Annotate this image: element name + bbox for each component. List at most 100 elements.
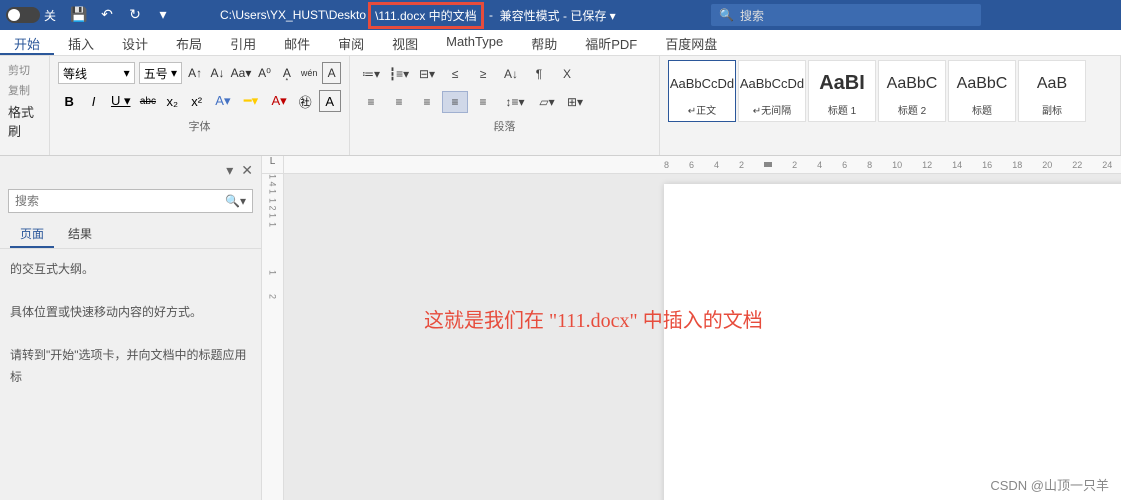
ribbon-tabs: 开始 插入 设计 布局 引用 邮件 审阅 视图 MathType 帮助 福昕PD… — [0, 30, 1121, 56]
font-color-button[interactable]: A▾ — [266, 90, 292, 112]
clear-format-button[interactable]: A̝ — [278, 62, 296, 84]
cut-button[interactable]: 剪切 — [8, 60, 41, 80]
search-placeholder: 搜索 — [740, 7, 764, 24]
tab-review[interactable]: 审阅 — [324, 30, 378, 55]
circled-char-button[interactable]: ㊓ — [294, 90, 316, 112]
highlight-button[interactable]: ━▾ — [238, 90, 264, 112]
document-area: 8 6 4 2 2 4 6 8 10 12 14 16 18 20 22 24 … — [284, 156, 1121, 500]
font-group: 等线▾ 五号▾ A↑ A↓ Aa▾ A⁰ A̝ wén A B I U ▾ ab… — [50, 56, 350, 155]
subscript-button[interactable]: x₂ — [161, 90, 183, 112]
undo-icon[interactable]: ↶ — [98, 6, 116, 24]
asian-layout-button[interactable]: X — [554, 63, 580, 85]
tab-home[interactable]: 开始 — [0, 30, 54, 55]
superscript-button[interactable]: x² — [185, 90, 207, 112]
style-normal[interactable]: AaBbCcDd ↵正文 — [668, 60, 736, 122]
font-size-combo[interactable]: 五号▾ — [139, 62, 182, 84]
shrink-font-button[interactable]: A↓ — [208, 62, 226, 84]
copy-button[interactable]: 复制 — [8, 80, 41, 100]
shading-button[interactable]: ▱▾ — [534, 91, 560, 113]
tab-view[interactable]: 视图 — [378, 30, 432, 55]
document-canvas[interactable]: ⌐ 这就是我们在 "111.docx" 中插入的文档 — [284, 174, 1121, 500]
watermark: CSDN @山顶一只羊 — [990, 475, 1109, 494]
style-title[interactable]: AaBbC 标题 — [948, 60, 1016, 122]
indent-marker-icon[interactable] — [764, 162, 772, 167]
align-right-button[interactable]: ≡ — [414, 91, 440, 113]
navigation-pane: ▾ ✕ 🔍▾ 页面 结果 的交互式大纲。 具体位置或快速移动内容的好方式。 请转… — [0, 156, 262, 500]
clipboard-group: 剪切 复制 格式刷 — [0, 56, 50, 155]
style-subtitle[interactable]: AaB 副标 — [1018, 60, 1086, 122]
numbering-button[interactable]: ┇≡▾ — [386, 63, 412, 85]
char-shading-button[interactable]: A — [319, 90, 342, 112]
autosave-toggle[interactable]: 关 — [0, 7, 62, 24]
style-nospace[interactable]: AaBbCcDd ↵无间隔 — [738, 60, 806, 122]
nav-tab-results[interactable]: 结果 — [58, 221, 102, 248]
multilevel-button[interactable]: ⊟▾ — [414, 63, 440, 85]
tab-references[interactable]: 引用 — [216, 30, 270, 55]
vertical-ruler[interactable]: L 1 4 1 1 2 1 1 1 2 — [262, 156, 284, 500]
nav-close-icon[interactable]: ✕ — [241, 162, 253, 179]
horizontal-ruler[interactable]: 8 6 4 2 2 4 6 8 10 12 14 16 18 20 22 24 — [284, 156, 1121, 174]
decrease-indent-button[interactable]: ≤ — [442, 63, 468, 85]
show-marks-button[interactable]: ¶ — [526, 63, 552, 85]
text-effects-button[interactable]: A▾ — [210, 90, 236, 112]
nav-tab-pages[interactable]: 页面 — [10, 221, 54, 248]
strike-button[interactable]: abc — [137, 90, 159, 112]
ribbon: 剪切 复制 格式刷 等线▾ 五号▾ A↑ A↓ Aa▾ A⁰ A̝ wén A … — [0, 56, 1121, 156]
font-group-label: 字体 — [58, 116, 341, 134]
window-title: C:\Users\YX_HUST\Deskto \111.docx 中的文档 -… — [180, 2, 711, 29]
redo-icon[interactable]: ↻ — [126, 6, 144, 24]
paragraph-group: ≔▾ ┇≡▾ ⊟▾ ≤ ≥ A↓ ¶ X ≡ ≡ ≡ ≡ ≡ ↕≡▾ ▱▾ ⊞▾… — [350, 56, 660, 155]
page[interactable]: ⌐ — [664, 184, 1121, 500]
italic-button[interactable]: I — [82, 90, 104, 112]
format-painter-button[interactable]: 格式刷 — [8, 100, 41, 142]
grow-font-button[interactable]: A↑ — [186, 62, 204, 84]
style-heading1[interactable]: AaBI 标题 1 — [808, 60, 876, 122]
title-suffix: 兼容性模式 - 已保存 ▾ — [500, 7, 616, 24]
borders-button[interactable]: ⊞▾ — [562, 91, 588, 113]
align-justify-button[interactable]: ≡ — [442, 91, 468, 113]
search-icon: 🔍 — [719, 8, 734, 22]
annotation-text: 这就是我们在 "111.docx" 中插入的文档 — [424, 304, 763, 333]
nav-dropdown-icon[interactable]: ▾ — [226, 162, 233, 179]
nav-search-icon[interactable]: 🔍▾ — [219, 194, 252, 208]
tab-design[interactable]: 设计 — [108, 30, 162, 55]
char-border-button[interactable]: A — [322, 62, 341, 84]
tab-layout[interactable]: 布局 — [162, 30, 216, 55]
save-icon[interactable]: 💾 — [70, 6, 88, 24]
tab-mailings[interactable]: 邮件 — [270, 30, 324, 55]
increase-indent-button[interactable]: ≥ — [470, 63, 496, 85]
title-highlighted: \111.docx 中的文档 — [368, 2, 484, 29]
underline-button[interactable]: U ▾ — [107, 90, 135, 112]
styles-group: AaBbCcDd ↵正文 AaBbCcDd ↵无间隔 AaBI 标题 1 AaB… — [660, 56, 1121, 155]
align-center-button[interactable]: ≡ — [386, 91, 412, 113]
nav-body-text: 的交互式大纲。 具体位置或快速移动内容的好方式。 请转到"开始"选项卡，并向文档… — [0, 249, 261, 399]
toggle-icon — [6, 7, 40, 23]
paragraph-group-label: 段落 — [358, 116, 651, 134]
tab-foxit[interactable]: 福昕PDF — [571, 30, 651, 55]
tab-baidu[interactable]: 百度网盘 — [651, 30, 731, 55]
qat-dropdown-icon[interactable]: ▾ — [154, 6, 172, 24]
quick-access-toolbar: 💾 ↶ ↻ ▾ — [62, 6, 180, 24]
distribute-button[interactable]: ≡ — [470, 91, 496, 113]
title-path: C:\Users\YX_HUST\Deskto — [220, 8, 366, 22]
phonetic-guide-button[interactable]: wén — [300, 62, 318, 84]
bold-button[interactable]: B — [58, 90, 80, 112]
line-spacing-button[interactable]: ↕≡▾ — [498, 91, 532, 113]
tab-help[interactable]: 帮助 — [517, 30, 571, 55]
align-left-button[interactable]: ≡ — [358, 91, 384, 113]
bullets-button[interactable]: ≔▾ — [358, 63, 384, 85]
phonetic-button[interactable]: A⁰ — [255, 62, 273, 84]
body-area: ▾ ✕ 🔍▾ 页面 结果 的交互式大纲。 具体位置或快速移动内容的好方式。 请转… — [0, 156, 1121, 500]
change-case-button[interactable]: Aa▾ — [231, 62, 252, 84]
search-box[interactable]: 🔍 搜索 — [711, 4, 981, 26]
nav-search-input[interactable] — [9, 194, 219, 208]
titlebar: 关 💾 ↶ ↻ ▾ C:\Users\YX_HUST\Deskto \111.d… — [0, 0, 1121, 30]
style-heading2[interactable]: AaBbC 标题 2 — [878, 60, 946, 122]
font-name-combo[interactable]: 等线▾ — [58, 62, 135, 84]
sort-button[interactable]: A↓ — [498, 63, 524, 85]
tab-insert[interactable]: 插入 — [54, 30, 108, 55]
tab-mathtype[interactable]: MathType — [432, 30, 517, 55]
nav-search-box[interactable]: 🔍▾ — [8, 189, 253, 213]
title-sep: - — [486, 8, 500, 22]
ruler-corner: L — [262, 156, 283, 174]
